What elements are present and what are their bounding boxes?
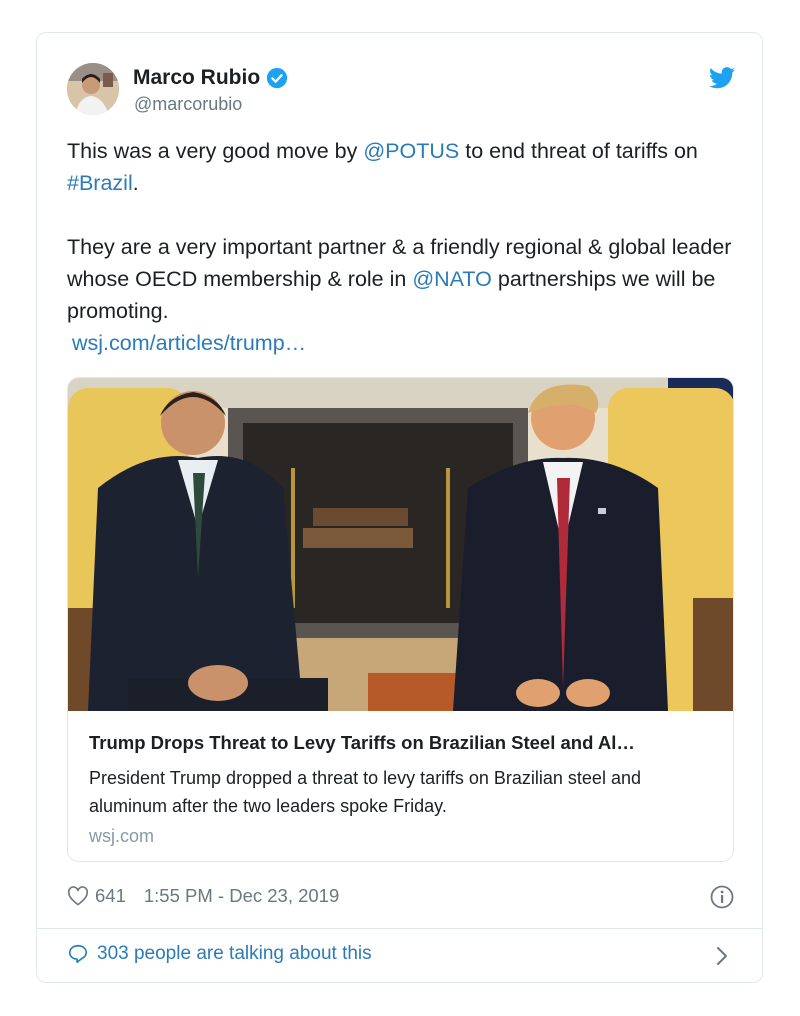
heart-icon[interactable] bbox=[67, 886, 89, 906]
avatar[interactable] bbox=[67, 63, 119, 115]
article-description: President Trump dropped a threat to levy… bbox=[89, 768, 641, 816]
tweet-link-line: wsj.com/articles/trump… bbox=[67, 327, 737, 359]
tweet-timestamp[interactable]: 1:55 PM - Dec 23, 2019 bbox=[144, 885, 339, 907]
conversation-link[interactable]: 303 people are talking about this bbox=[67, 943, 372, 965]
author-display-name[interactable]: Marco Rubio bbox=[133, 66, 260, 90]
article-domain: wsj.com bbox=[89, 826, 155, 846]
hashtag-brazil-link[interactable]: #Brazil bbox=[67, 171, 133, 195]
mention-nato-link[interactable]: @NATO bbox=[412, 267, 492, 291]
tweet-text-segment: . bbox=[132, 171, 139, 195]
divider bbox=[37, 928, 762, 929]
author-name-row[interactable]: Marco Rubio bbox=[133, 66, 288, 90]
tweet-meta-row: 641 1:55 PM - Dec 23, 2019 bbox=[67, 885, 339, 907]
tweet-text: This was a very good move by @POTUS to e… bbox=[67, 135, 737, 359]
speech-bubble-icon bbox=[68, 944, 88, 964]
like-count[interactable]: 641 bbox=[95, 885, 126, 907]
tweet-text-segment: This was a very good move by bbox=[67, 139, 364, 163]
tweet-paragraph-1: This was a very good move by @POTUS to e… bbox=[67, 135, 737, 199]
twitter-bird-icon[interactable] bbox=[709, 67, 735, 89]
talking-count-text[interactable]: 303 people are talking about this bbox=[97, 943, 372, 965]
article-title[interactable]: Trump Drops Threat to Levy Tariffs on Br… bbox=[89, 732, 719, 754]
chevron-right-icon[interactable] bbox=[715, 945, 729, 967]
author-handle[interactable]: @marcorubio bbox=[134, 94, 242, 115]
tweet-paragraph-2: They are a very important partner & a fr… bbox=[67, 231, 737, 327]
tweet-text-segment: to end threat of tariffs on bbox=[459, 139, 698, 163]
article-photo[interactable] bbox=[68, 378, 734, 711]
info-icon[interactable] bbox=[710, 885, 734, 909]
article-url-link[interactable]: wsj.com/articles/trump… bbox=[72, 331, 306, 355]
tweet-card: Marco Rubio @marcorubio This was a very … bbox=[36, 32, 763, 983]
mention-potus-link[interactable]: @POTUS bbox=[363, 139, 459, 163]
link-preview-card[interactable]: Trump Drops Threat to Levy Tariffs on Br… bbox=[67, 377, 734, 862]
verified-badge-icon bbox=[267, 67, 288, 89]
